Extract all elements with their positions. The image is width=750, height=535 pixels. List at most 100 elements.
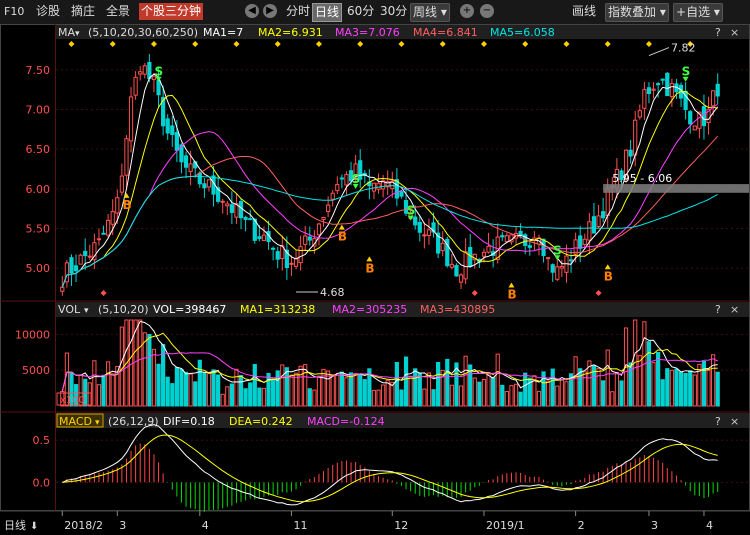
dealer-tab[interactable]: 摘庄 [69, 3, 97, 20]
candle-body [440, 242, 445, 252]
low-annotation: 4.68 [320, 286, 345, 299]
volume-bar [578, 368, 583, 407]
volume-bar [523, 372, 528, 407]
zoom-in-icon[interactable]: + [460, 4, 474, 18]
plus-icon: + [676, 5, 687, 19]
candle-body [124, 138, 129, 176]
candle-body [582, 238, 587, 245]
vol-ma3-value: MA3=430895 [420, 303, 495, 316]
volume-bar [559, 379, 564, 407]
buy-label: B [365, 261, 374, 275]
diagnose-tab[interactable]: 诊股 [34, 3, 62, 20]
stock-chart: MA ▾ (5,10,20,30,60,250) MA1=7 MA2=6.931… [0, 24, 750, 535]
volume-bar [101, 374, 106, 407]
volume-bar [96, 384, 102, 407]
candle-body [165, 118, 170, 134]
candle-body [220, 200, 225, 203]
volume-bar [358, 373, 363, 407]
x-tick-label: 2 [578, 519, 585, 532]
volume-bar [500, 384, 505, 407]
close-icon[interactable]: × [730, 303, 739, 316]
draw-line-button[interactable]: 画线 [570, 3, 598, 20]
ma1-value: MA1=7 [203, 26, 243, 39]
vol-unit: x100 [60, 395, 85, 406]
candle-body [307, 236, 312, 241]
period-weekly-select[interactable]: 周线 ▾ [410, 3, 450, 22]
help-icon[interactable]: ? [715, 26, 721, 39]
candle-body [289, 262, 294, 265]
period-60min[interactable]: 60分 [345, 3, 376, 20]
candle-body [321, 216, 326, 220]
vol-indicator-name[interactable]: VOL [58, 303, 81, 316]
x-tick-label: 12 [394, 519, 408, 532]
help-icon[interactable]: ? [715, 415, 721, 428]
close-icon[interactable]: × [730, 415, 739, 428]
high-annotation: 7.82 [671, 42, 696, 55]
period-30min[interactable]: 30分 [378, 3, 409, 20]
volume-bar [289, 374, 294, 407]
dif-value: DIF=0.18 [163, 415, 215, 428]
macd-header-bg [56, 413, 749, 428]
volume-bar [128, 319, 134, 407]
price-indicator-name[interactable]: MA [58, 26, 75, 39]
candle-body [413, 216, 418, 226]
volume-bar [491, 377, 496, 407]
candle-body [106, 219, 111, 236]
help-icon[interactable]: ? [715, 303, 721, 316]
prev-arrow-icon[interactable]: ◀ [245, 4, 259, 18]
candle-body [568, 259, 574, 262]
candle-body [527, 245, 532, 248]
candle-body [376, 182, 381, 190]
volume-bar [596, 368, 601, 407]
price-tick-label: 5.00 [26, 262, 51, 275]
volume-bar [156, 363, 161, 407]
dea-value: DEA=0.242 [229, 415, 293, 428]
x-tick-label: 2019/1 [486, 519, 525, 532]
custom-select[interactable]: +自选 ▾ [673, 3, 723, 22]
candle-body [128, 96, 134, 142]
volume-bar [371, 389, 377, 407]
candle-body [156, 80, 161, 96]
volume-bar [271, 380, 276, 407]
candle-body [60, 286, 65, 292]
volume-bar [193, 381, 198, 407]
overview-tab[interactable]: 全景 [104, 3, 132, 20]
volume-bar [463, 355, 468, 407]
candle-body [243, 216, 248, 220]
f10-button[interactable]: F10 [2, 3, 26, 20]
down-arrow-icon[interactable]: ⬇ [30, 521, 38, 532]
candle-body [326, 204, 331, 213]
candle-body [69, 257, 74, 274]
volume-bar [257, 387, 262, 407]
close-icon[interactable]: × [730, 26, 739, 39]
volume-bar [348, 372, 354, 407]
index-overlay-select[interactable]: 指数叠加 ▾ [605, 3, 669, 22]
volume-bar [119, 326, 124, 407]
next-arrow-icon[interactable]: ▶ [263, 4, 277, 18]
ma2-value: MA2=6.931 [258, 26, 323, 39]
candle-body [238, 200, 244, 219]
volume-bar [293, 372, 299, 407]
three-minute-tab[interactable]: 个股三分钟 [139, 3, 204, 20]
volume-bar [225, 386, 230, 407]
volume-bar [701, 360, 707, 407]
period-daily[interactable]: 日线 [312, 3, 343, 22]
volume-bar [610, 391, 615, 407]
dropdown-arrow-icon[interactable]: ▾ [75, 29, 80, 39]
volume-bar [536, 390, 542, 407]
volume-bar [614, 371, 619, 407]
candle-body [119, 175, 124, 193]
volume-bar [321, 368, 326, 407]
period-minute[interactable]: 分时 [284, 3, 312, 20]
zoom-out-icon[interactable]: − [480, 4, 494, 18]
price-range-band [603, 184, 749, 193]
footer-period-label[interactable]: 日线 [4, 518, 26, 532]
dropdown-arrow-icon[interactable]: ▾ [84, 306, 89, 316]
volume-bar [206, 373, 212, 407]
volume-bar [688, 370, 693, 407]
x-tick-label: 3 [119, 519, 126, 532]
macd-value: MACD=-0.124 [307, 415, 385, 428]
volume-bar [715, 371, 720, 407]
candle-body [335, 184, 340, 192]
sell-label: S [352, 172, 361, 186]
